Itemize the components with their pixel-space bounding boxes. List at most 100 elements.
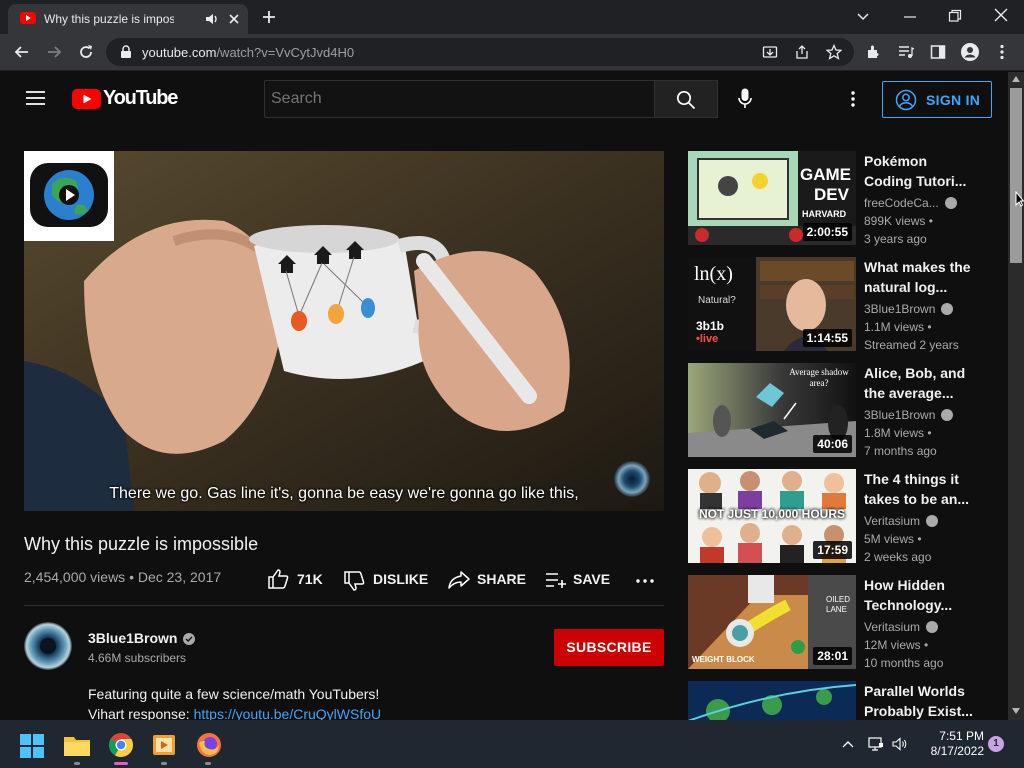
like-count: 71K [297,571,323,587]
browser-tab[interactable]: Why this puzzle is impossible [8,4,248,34]
thumbnail-text: NOT JUST 10,000 HOURS [698,507,846,521]
thumbnail-text: Average shadow area? [789,367,849,388]
recommended-channel[interactable]: Veritasium [864,620,939,634]
subscribe-button[interactable]: SUBSCRIBE [554,629,664,666]
window-close-icon[interactable] [994,8,1008,22]
youtube-page: YouTube SIGN IN [0,72,1008,720]
side-panel-icon[interactable] [930,44,946,60]
microphone-icon[interactable] [738,88,752,110]
video-thumbnail[interactable]: GAME DEV HARVARD 2:00:55 [688,151,856,245]
forward-icon[interactable] [46,44,62,60]
recommended-video[interactable]: NOT JUST 10,000 HOURS 17:59 The 4 things… [688,469,998,564]
video-duration: 28:01 [813,647,852,665]
video-duration: 17:59 [813,541,852,559]
recommended-video[interactable]: Parallel Worlds Probably Exist... [688,681,998,720]
verified-icon [944,197,957,209]
recommended-title[interactable]: Alice, Bob, and the average... [864,363,974,403]
media-player-icon[interactable] [153,733,175,757]
recommended-video[interactable]: GAME DEV HARVARD 2:00:55 Pokémon Coding … [688,151,998,246]
scrollbar-thumb[interactable] [1010,88,1022,263]
recommended-title[interactable]: Pokémon Coding Tutori... [864,151,974,191]
scroll-down-arrow-icon[interactable] [1012,708,1020,714]
recommended-title[interactable]: What makes the natural log... [864,257,974,297]
video-thumbnail[interactable]: Average shadow area? 40:06 [688,363,856,457]
divider [24,605,664,606]
volume-icon[interactable] [892,737,908,751]
description-link[interactable]: https://youtu.be/CruQylWSfoU [194,706,382,720]
verified-icon [926,515,939,527]
extensions-icon[interactable] [866,44,882,60]
thumbnail-text: •live [696,333,719,345]
recommended-channel-name: freeCodeCa... [864,196,939,210]
youtube-logo-icon [72,89,101,109]
browser-menu-icon[interactable] [1000,44,1004,60]
thumbnail-text: Natural? [698,295,736,306]
recommended-title[interactable]: Parallel Worlds Probably Exist... [864,681,974,720]
thumbnail-text: HARVARD [802,209,847,219]
sign-in-button[interactable]: SIGN IN [882,81,992,118]
video-meta: 2,454,000 views • Dec 23, 2017 [24,569,222,585]
speaker-icon[interactable] [205,12,219,26]
thumbnail-image [688,681,856,720]
recommended-video[interactable]: OILED LANE WEIGHT BLOCK 28:01 How Hidden… [688,575,998,670]
network-icon[interactable] [868,737,884,751]
recommended-age: 7 months ago [864,444,937,458]
recommended-channel-name: 3Blue1Brown [864,408,936,422]
reload-icon[interactable] [78,44,94,60]
tab-close-icon[interactable] [228,13,240,25]
minimize-icon[interactable] [903,10,917,24]
description-line: Featuring quite a few science/math YouTu… [88,686,380,702]
sign-in-label: SIGN IN [926,92,981,108]
share-page-icon[interactable] [794,44,810,60]
recommended-channel[interactable]: Veritasium [864,514,939,528]
chrome-icon[interactable] [109,733,133,757]
channel-name-text: 3Blue1Brown [88,630,178,646]
address-bar[interactable]: youtube.com/watch?v=VvCytJvd4H0 [106,38,854,66]
video-thumbnail[interactable]: NOT JUST 10,000 HOURS 17:59 [688,469,856,563]
url-path: /watch?v=VvCytJvd4H0 [216,45,355,60]
recommended-video[interactable]: Average shadow area? 40:06 Alice, Bob, a… [688,363,998,458]
video-player[interactable]: There we go. Gas line it's, gonna be eas… [24,151,664,511]
tab-search-icon[interactable] [856,9,870,23]
notification-badge[interactable]: 1 [988,736,1004,752]
channel-avatar[interactable] [24,622,72,670]
video-title: Why this puzzle is impossible [24,534,259,554]
search-button[interactable] [654,80,718,118]
recommended-channel[interactable]: freeCodeCa... [864,196,957,210]
firefox-icon[interactable] [197,733,221,757]
lock-icon[interactable] [120,45,132,59]
taskbar-clock[interactable]: 7:51 PM 8/17/2022 [914,729,984,759]
thumbs-down-icon [344,571,365,591]
recommended-video[interactable]: ln(x) Natural? 3b1b •live 1:14:55 What m… [688,257,998,352]
page-scrollbar[interactable] [1008,72,1024,720]
file-explorer-icon[interactable] [64,734,90,756]
video-thumbnail[interactable] [688,681,856,720]
recommended-channel[interactable]: 3Blue1Brown [864,408,954,422]
recommended-channel[interactable]: 3Blue1Brown [864,302,954,316]
restore-icon[interactable] [948,9,962,23]
back-icon[interactable] [14,44,30,60]
url-text: youtube.com/watch?v=VvCytJvd4H0 [142,45,354,60]
settings-menu-icon[interactable] [851,91,855,107]
channel-name[interactable]: 3Blue1Brown [88,630,196,646]
install-icon[interactable] [762,44,778,60]
video-caption: There we go. Gas line it's, gonna be eas… [109,485,579,502]
show-hidden-icons-icon[interactable] [842,740,854,748]
youtube-logo[interactable]: YouTube [72,87,178,110]
new-tab-icon[interactable] [262,10,276,24]
recommended-age: 3 years ago [864,232,927,246]
more-actions-icon[interactable] [636,579,654,583]
windows-start-icon[interactable] [20,734,44,758]
profile-icon[interactable] [961,43,979,61]
recommended-title[interactable]: How Hidden Technology... [864,575,974,615]
scroll-up-arrow-icon[interactable] [1012,76,1020,82]
description-text: Vihart response: [88,706,194,720]
bookmark-star-icon[interactable] [826,44,842,60]
video-thumbnail[interactable]: OILED LANE WEIGHT BLOCK 28:01 [688,575,856,669]
recommended-title[interactable]: The 4 things it takes to be an... [864,469,974,509]
hamburger-menu-icon[interactable] [26,90,46,106]
search-input[interactable] [264,80,655,118]
user-circle-icon [895,89,917,111]
media-control-icon[interactable] [898,44,914,60]
video-thumbnail[interactable]: ln(x) Natural? 3b1b •live 1:14:55 [688,257,856,351]
